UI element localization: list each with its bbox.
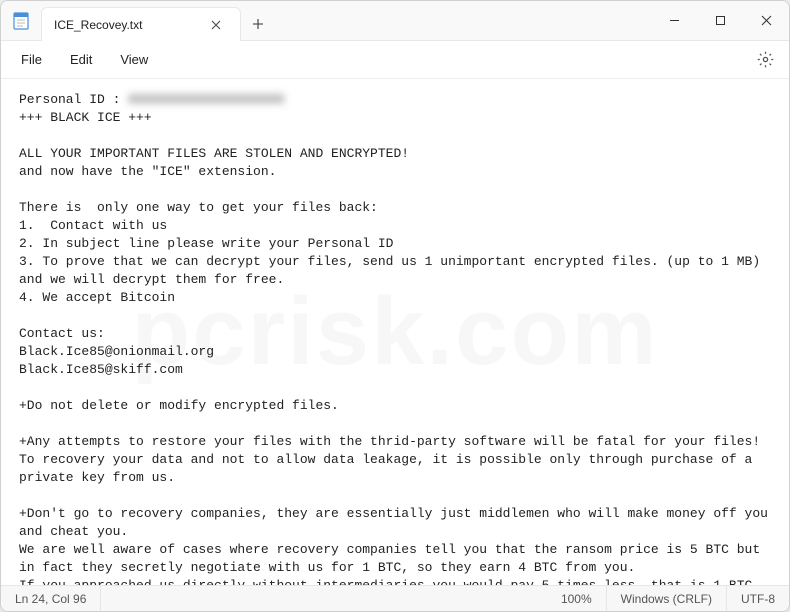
window-controls (651, 1, 789, 40)
text-line: Black.Ice85@onionmail.org (19, 344, 214, 359)
text-line: Contact us: (19, 326, 105, 341)
text-line: Personal ID : (19, 92, 128, 107)
titlebar: ICE_Recovey.txt (1, 1, 789, 41)
status-position[interactable]: Ln 24, Col 96 (1, 586, 101, 611)
tab-close-button[interactable] (204, 13, 228, 37)
text-line: 3. To prove that we can decrypt your fil… (19, 254, 768, 287)
text-content[interactable]: pcrisk.com Personal ID : XXXXXXXXXXXXXXXX… (1, 79, 789, 585)
menu-view[interactable]: View (108, 46, 160, 73)
status-zoom[interactable]: 100% (547, 586, 607, 611)
settings-button[interactable] (749, 44, 781, 76)
app-icon (1, 1, 41, 40)
text-line: +Don't go to recovery companies, they ar… (19, 506, 776, 539)
personal-id-blurred: XXXXXXXXXXXXXXXXXXXX (128, 91, 284, 109)
text-line: and now have the "ICE" extension. (19, 164, 276, 179)
text-line: Black.Ice85@skiff.com (19, 362, 183, 377)
status-line-ending[interactable]: Windows (CRLF) (607, 586, 727, 611)
watermark: pcrisk.com (132, 323, 659, 341)
notepad-window: ICE_Recovey.txt File Edit View (0, 0, 790, 612)
menu-edit[interactable]: Edit (58, 46, 104, 73)
status-encoding[interactable]: UTF-8 (727, 586, 789, 611)
text-line: We are well aware of cases where recover… (19, 542, 768, 575)
text-line: There is only one way to get your files … (19, 200, 378, 215)
text-line: ALL YOUR IMPORTANT FILES ARE STOLEN AND … (19, 146, 409, 161)
text-line: 2. In subject line please write your Per… (19, 236, 393, 251)
new-tab-button[interactable] (241, 7, 275, 40)
menu-file[interactable]: File (9, 46, 54, 73)
maximize-button[interactable] (697, 1, 743, 40)
text-line: +Do not delete or modify encrypted files… (19, 398, 339, 413)
text-line: If you approached us directly without in… (19, 578, 760, 585)
text-line: +++ BLACK ICE +++ (19, 110, 152, 125)
minimize-button[interactable] (651, 1, 697, 40)
file-tab[interactable]: ICE_Recovey.txt (41, 7, 241, 41)
text-line: 4. We accept Bitcoin (19, 290, 175, 305)
tab-title: ICE_Recovey.txt (54, 18, 198, 32)
close-button[interactable] (743, 1, 789, 40)
text-line: 1. Contact with us (19, 218, 167, 233)
text-line: +Any attempts to restore your files with… (19, 434, 768, 485)
statusbar: Ln 24, Col 96 100% Windows (CRLF) UTF-8 (1, 585, 789, 611)
menubar: File Edit View (1, 41, 789, 79)
